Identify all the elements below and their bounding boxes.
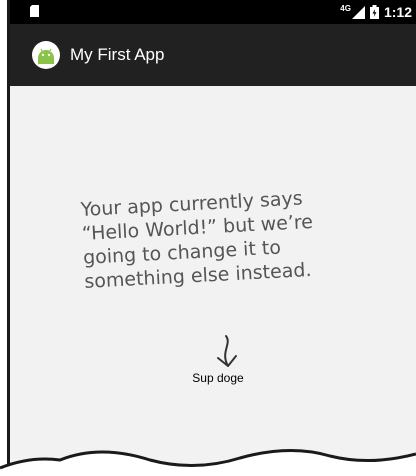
status-bar: 4G 1:12 (10, 0, 416, 24)
text-view: Sup doge (192, 371, 244, 385)
phone-screen: 4G 1:12 My First App Your app currently … (7, 0, 416, 476)
torn-edge (0, 449, 416, 476)
activity-content: Your app currently says “Hello World!” b… (10, 86, 416, 476)
signal-icon (351, 5, 365, 19)
clock: 1:12 (383, 4, 412, 20)
annotation-arrow-icon (217, 335, 237, 367)
app-title: My First App (70, 45, 165, 64)
battery-icon (369, 5, 379, 19)
status-icons: 4G 1:12 (340, 0, 412, 24)
android-icon (32, 41, 60, 69)
sd-card-icon (30, 5, 39, 17)
action-bar: My First App (10, 24, 416, 86)
network-type-label: 4G (340, 3, 351, 13)
page: 4G 1:12 My First App Your app currently … (0, 0, 416, 476)
handwritten-annotation: Your app currently says “Hello World!” b… (80, 184, 345, 293)
